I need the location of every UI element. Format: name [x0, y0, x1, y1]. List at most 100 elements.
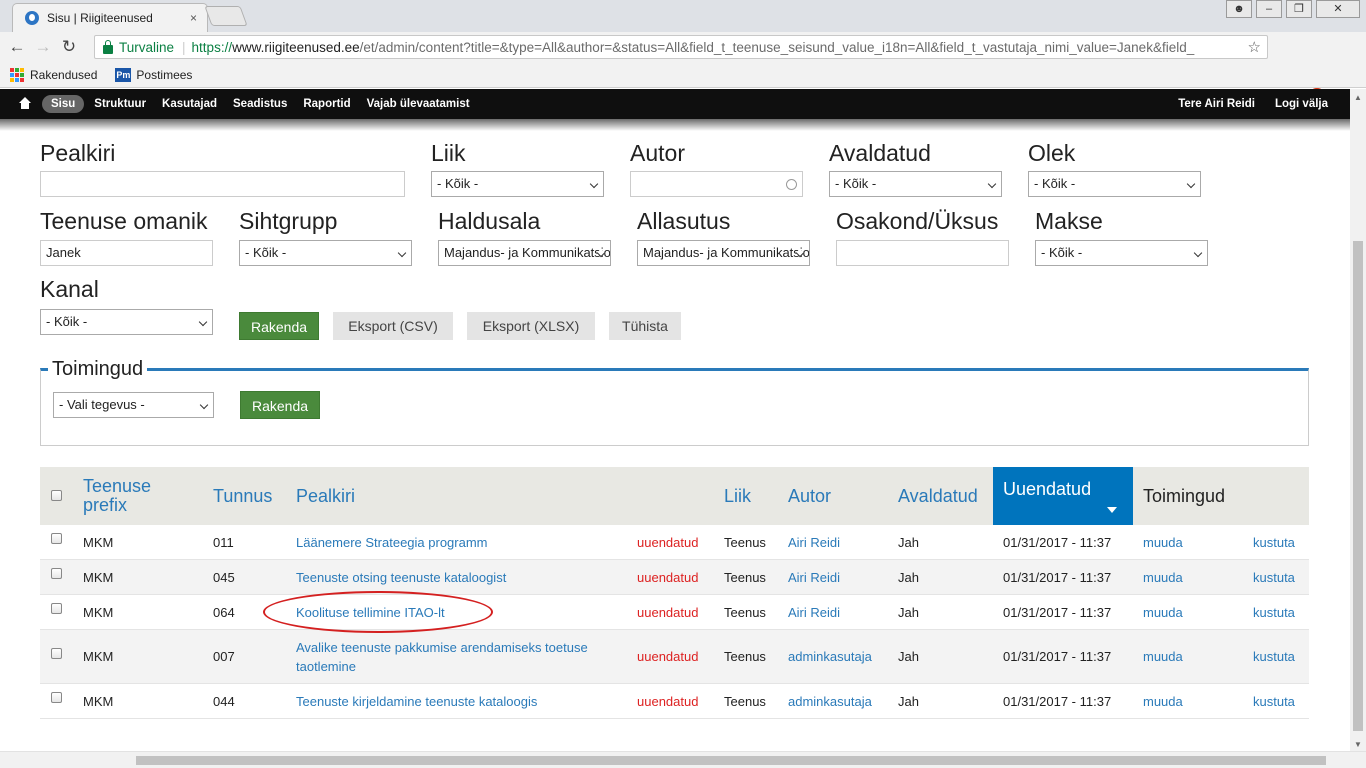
cell-updated-date: 01/31/2017 - 11:37	[1003, 693, 1112, 709]
edit-link[interactable]: muuda	[1143, 684, 1183, 718]
admin-menu-reports[interactable]: Raportid	[303, 98, 350, 110]
filter-domain-select[interactable]: Majandus- ja Kommunikatsiooniministeeriu…	[438, 240, 611, 266]
filter-title-label: Pealkiri	[40, 140, 116, 166]
cell-updated-flag: uuendatud	[637, 693, 699, 709]
cell-updated-flag: uuendatud	[637, 604, 699, 620]
cell-title-link[interactable]: Avalike teenuste pakkumise arendamiseks …	[296, 630, 616, 683]
postimees-icon: Pm	[115, 67, 132, 82]
scrollbar-thumb[interactable]	[1353, 241, 1363, 731]
new-tab-button[interactable]	[204, 6, 248, 26]
restore-icon[interactable]: ❐	[1286, 0, 1312, 18]
row-checkbox[interactable]	[51, 692, 62, 703]
cell-title-link[interactable]: Läänemere Strateegia programm	[296, 525, 616, 559]
admin-menu-content[interactable]: Sisu	[42, 95, 85, 113]
delete-link[interactable]: kustuta	[1253, 525, 1295, 559]
bookmark-star-icon[interactable]: ☆	[1243, 38, 1261, 56]
home-icon[interactable]	[18, 97, 32, 111]
filter-dept-label: Osakond/Üksus	[836, 208, 999, 234]
header-title[interactable]: Pealkiri	[296, 467, 355, 525]
filter-fee-label: Makse	[1035, 208, 1103, 234]
filter-state-select[interactable]: - Kõik -	[1028, 171, 1201, 197]
header-published[interactable]: Avaldatud	[898, 467, 978, 525]
filter-type-select[interactable]: - Kõik -	[431, 171, 604, 197]
cell-updated-date: 01/31/2017 - 11:37	[1003, 534, 1112, 550]
admin-menu-users[interactable]: Kasutajad	[162, 98, 217, 110]
cell-author-link[interactable]: Airi Reidi	[788, 595, 840, 629]
row-checkbox[interactable]	[51, 533, 62, 544]
edit-link[interactable]: muuda	[1143, 560, 1183, 594]
header-prefix[interactable]: Teenuse prefix	[83, 467, 193, 525]
bulk-apply-button[interactable]: Rakenda	[240, 391, 320, 419]
cell-title-link[interactable]: Koolituse tellimine ITAO-lt	[296, 595, 616, 629]
cell-title-link[interactable]: Teenuste kirjeldamine teenuste kataloogi…	[296, 684, 616, 718]
select-all-checkbox[interactable]	[51, 490, 62, 501]
filter-published-label: Avaldatud	[829, 140, 931, 166]
filter-owner-input[interactable]: Janek	[40, 240, 213, 266]
user-name-link[interactable]: Airi Reidi	[1204, 98, 1254, 110]
bulk-actions-legend: Toimingud	[48, 358, 148, 381]
row-checkbox[interactable]	[51, 568, 62, 579]
filter-channel-select[interactable]: - Kõik -	[40, 309, 213, 335]
edit-link[interactable]: muuda	[1143, 525, 1183, 559]
bookmark-label: Postimees	[136, 67, 193, 82]
vertical-scrollbar[interactable]: ▲ ▼	[1350, 89, 1366, 751]
filter-published-select[interactable]: - Kõik -	[829, 171, 1002, 197]
cell-prefix: MKM	[83, 693, 114, 709]
admin-menu-config[interactable]: Seadistus	[233, 98, 287, 110]
table-body: MKM 011 Läänemere Strateegia programm uuend…	[40, 525, 1309, 719]
filter-dept-input[interactable]	[836, 240, 1009, 266]
delete-link[interactable]: kustuta	[1253, 684, 1295, 718]
cell-type: Teenus	[724, 534, 766, 550]
admin-menu-review[interactable]: Vajab ülevaatamist	[367, 98, 470, 110]
bookmark-apps[interactable]: Rakendused	[10, 67, 97, 82]
close-window-icon[interactable]: ✕	[1316, 0, 1360, 18]
cell-title-link[interactable]: Teenuste otsing teenuste kataloogist	[296, 560, 616, 594]
forward-icon[interactable]: →	[30, 34, 56, 60]
scroll-down-icon[interactable]: ▼	[1354, 740, 1362, 749]
header-type[interactable]: Liik	[724, 467, 751, 525]
delete-link[interactable]: kustuta	[1253, 630, 1295, 683]
delete-link[interactable]: kustuta	[1253, 560, 1295, 594]
export-xlsx-button[interactable]: Eksport (XLSX)	[467, 312, 595, 340]
window-controls: ☻ – ❐ ✕	[1226, 0, 1360, 18]
autocomplete-icon	[786, 179, 797, 190]
table-row: MKM 064 Koolituse tellimine ITAO-lt uuendat…	[40, 595, 1309, 630]
cell-author-link[interactable]: adminkasutaja	[788, 684, 872, 718]
cell-author-link[interactable]: Airi Reidi	[788, 560, 840, 594]
secure-label: Turvaline	[119, 39, 175, 55]
bulk-action-select[interactable]: - Vali tegevus -	[53, 392, 214, 418]
cell-id: 011	[213, 534, 234, 550]
admin-menu-structure[interactable]: Struktuur	[94, 98, 146, 110]
export-csv-button[interactable]: Eksport (CSV)	[333, 312, 453, 340]
header-updated[interactable]: Uuendatud	[993, 467, 1133, 525]
delete-link[interactable]: kustuta	[1253, 595, 1295, 629]
address-bar[interactable]: Turvaline | https:// www.riigiteenused.e…	[94, 35, 1268, 59]
reload-icon[interactable]: ↻	[56, 34, 82, 60]
logout-link[interactable]: Logi välja	[1275, 98, 1328, 110]
minimize-icon[interactable]: –	[1256, 0, 1282, 18]
edit-link[interactable]: muuda	[1143, 630, 1183, 683]
tab-close-icon[interactable]: ×	[190, 11, 197, 25]
row-checkbox[interactable]	[51, 603, 62, 614]
scroll-up-icon[interactable]: ▲	[1354, 93, 1362, 102]
cell-author-link[interactable]: Airi Reidi	[788, 525, 840, 559]
filter-author-input[interactable]	[630, 171, 803, 197]
edit-link[interactable]: muuda	[1143, 595, 1183, 629]
row-checkbox[interactable]	[51, 647, 62, 659]
filter-fee-select[interactable]: - Kõik -	[1035, 240, 1208, 266]
header-id[interactable]: Tunnus	[213, 467, 272, 525]
filter-agency-select[interactable]: Majandus- ja Kommunikatsiooniministeeriu…	[637, 240, 810, 266]
browser-tab[interactable]: Sisu | Riigiteenused ×	[12, 3, 208, 32]
header-author[interactable]: Autor	[788, 467, 831, 525]
back-icon[interactable]: ←	[4, 34, 30, 60]
cell-author-link[interactable]: adminkasutaja	[788, 630, 872, 683]
bookmark-postimees[interactable]: Pm Postimees	[115, 67, 193, 82]
profile-icon[interactable]: ☻	[1226, 0, 1252, 18]
horizontal-scrollbar[interactable]	[0, 751, 1366, 768]
reset-filters-button[interactable]: Tühista	[609, 312, 681, 340]
filter-target-select[interactable]: - Kõik -	[239, 240, 412, 266]
apply-filters-button[interactable]: Rakenda	[239, 312, 319, 340]
filter-title-input[interactable]	[40, 171, 405, 197]
scrollbar-thumb[interactable]	[136, 756, 1326, 765]
filter-state-label: Olek	[1028, 140, 1076, 166]
